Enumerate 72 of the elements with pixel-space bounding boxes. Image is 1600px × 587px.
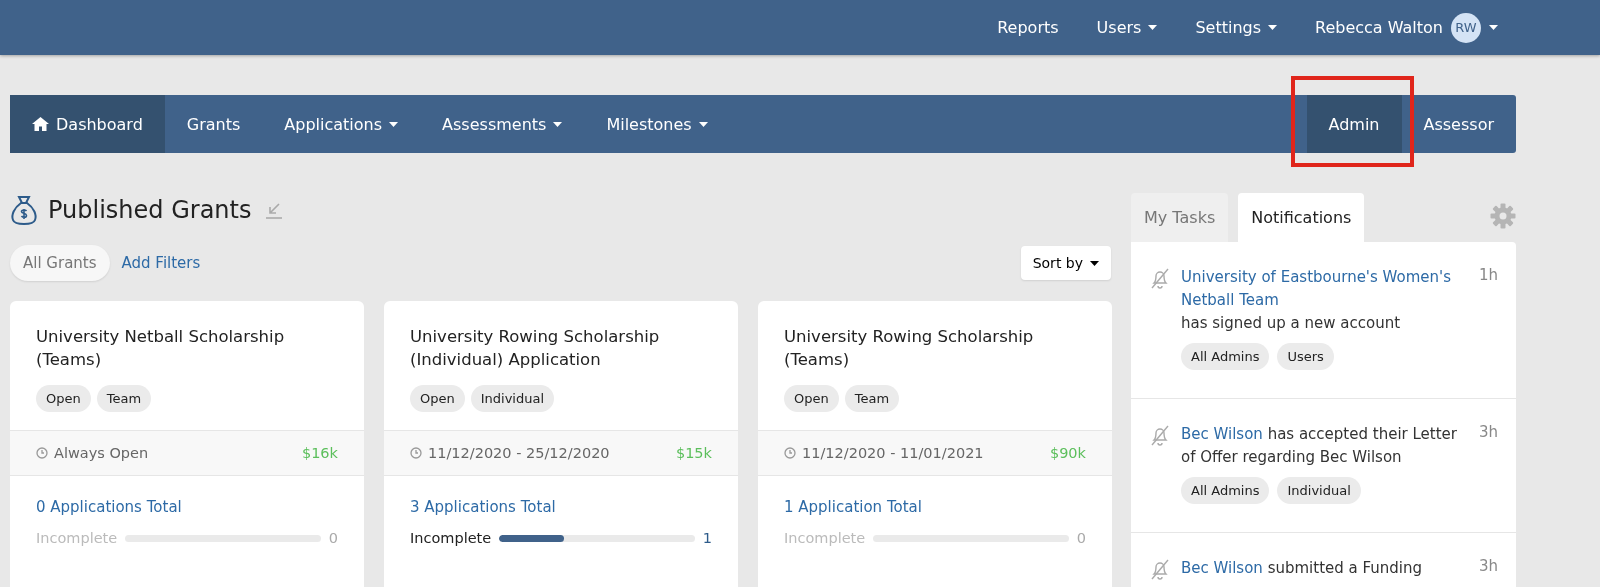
tag: Users [1277,343,1334,370]
nav-item[interactable]: Milestones [584,95,730,153]
notification-time: 1h [1478,266,1498,286]
top-menu-item[interactable]: Settings [1195,18,1277,37]
money-bag-icon [10,195,38,225]
caret-icon [553,121,563,127]
notification-text: Bec Wilson has accepted their Letter of Offer regarding Bec Wilson [1181,424,1458,468]
progress-label: Incomplete [410,530,492,546]
caret-icon [1148,25,1158,30]
top-menu-item[interactable]: Reports [997,18,1059,37]
progress-label: Incomplete [36,530,118,546]
grant-title: University Rowing Scholarship (Individual) Application [409,326,661,371]
nav-item[interactable]: Applications [262,95,421,153]
grant-amount: $16k [301,445,338,461]
settings-icon[interactable] [1490,203,1516,229]
panel-tab[interactable]: Notifications [1238,193,1365,242]
notification-link[interactable]: Bec Wilson [1181,559,1263,577]
applications-total-link[interactable]: 0 Applications Total [36,498,338,516]
progress-label: Incomplete [784,530,866,546]
progress-count: 0 [1076,530,1086,546]
notification-time: 3h [1478,557,1498,577]
tag: Open [784,385,839,412]
grant-dates: 11/12/2020 - 11/01/2021 [802,445,984,461]
page-title: Published Grants [48,196,252,224]
applications-total-link[interactable]: 1 Application Total [784,498,1086,516]
user-menu[interactable]: Rebecca Walton RW [1315,12,1498,43]
grant-dates: Always Open [54,445,149,461]
tag: Individual [1277,477,1361,504]
caret-icon [1090,260,1099,266]
notification-text: University of Eastbourne's Women's Netball Team has signed up a new account [1181,266,1469,335]
clock-icon [410,447,422,459]
role-button[interactable]: Admin [1306,95,1402,153]
top-menu-item[interactable]: Users [1096,18,1158,37]
bell-slash-icon [1149,423,1171,447]
clock-icon [36,447,48,459]
caret-icon [1268,25,1277,30]
clock-icon [784,447,796,459]
grant-title: University Netball Scholarship (Teams) [35,326,286,371]
nav-item[interactable]: Assessments [420,95,585,153]
tag: Team [844,385,900,412]
caret-icon [389,121,399,127]
grant-amount: $90k [1049,445,1086,461]
nav-item[interactable]: Grants [164,95,263,153]
home-icon [32,117,49,131]
caret-icon [698,121,708,127]
sort-button[interactable]: Sort by [1020,246,1111,280]
bell-slash-icon [1149,266,1171,290]
notification-time: 3h [1478,423,1498,443]
grant-title: University Rowing Scholarship (Teams) [783,326,1035,371]
add-filters-link[interactable]: Add Filters [121,254,201,272]
progress-count: 0 [328,530,338,546]
tag: Open [410,385,465,412]
tag: Team [96,385,152,412]
user-avatar: RW [1451,12,1481,43]
panel-tab[interactable]: My Tasks [1131,193,1229,242]
tag: All Admins [1181,343,1270,370]
nav-item[interactable]: Dashboard [10,95,165,153]
tag: Open [36,385,91,412]
filter-pill[interactable]: All Grants [10,245,110,281]
progress-count: 1 [702,530,712,546]
bell-slash-icon [1149,557,1171,581]
tag: All Admins [1181,477,1270,504]
caret-icon [1489,25,1498,30]
tag: Individual [470,385,555,412]
notification-link[interactable]: University of Eastbourne's Women's Netball Team [1181,266,1469,312]
grant-amount: $15k [675,445,712,461]
collapse-arrow-icon[interactable] [265,201,284,219]
notification-link[interactable]: Bec Wilson [1181,425,1263,443]
notification-text: Bec Wilson submitted a Funding [1181,558,1424,579]
applications-total-link[interactable]: 3 Applications Total [410,498,712,516]
role-button[interactable]: Assessor [1401,95,1516,153]
grant-dates: 11/12/2020 - 25/12/2020 [428,445,610,461]
